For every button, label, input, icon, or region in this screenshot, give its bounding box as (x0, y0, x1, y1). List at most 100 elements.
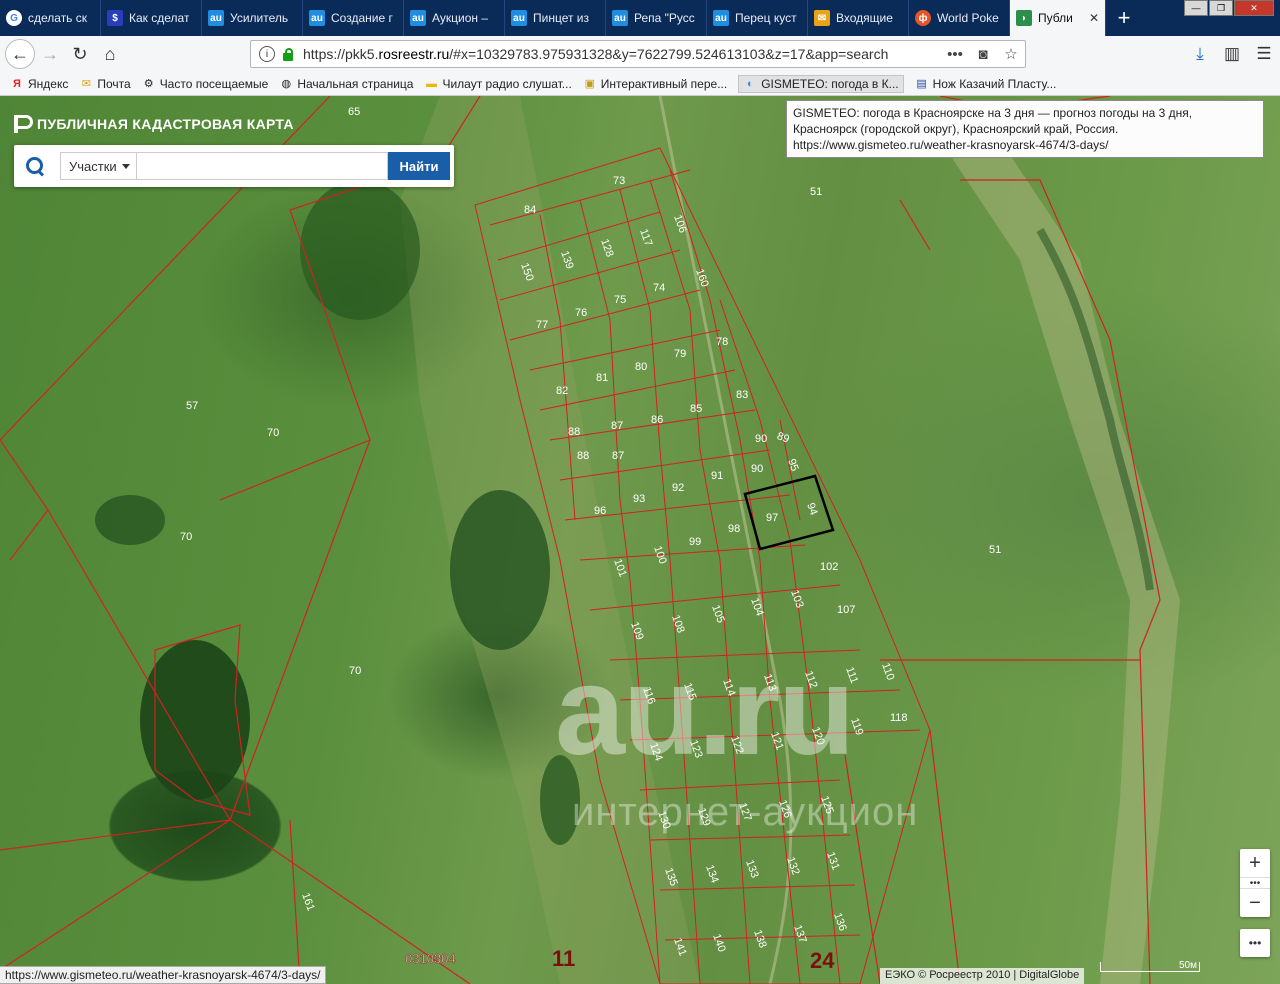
parcel-label[interactable]: 91 (711, 470, 723, 482)
parcel-label[interactable]: 134 (703, 863, 721, 884)
bookmark-1[interactable]: ✉ Почта (79, 77, 131, 91)
parcel-label[interactable]: 160 (693, 267, 711, 288)
parcel-label[interactable]: 97 (766, 512, 778, 524)
parcel-label[interactable]: 89 (775, 430, 791, 445)
parcel-label[interactable]: 118 (890, 712, 908, 724)
back-button[interactable]: ← (5, 39, 35, 69)
parcel-label[interactable]: 70 (267, 427, 279, 439)
parcel-label[interactable]: 106 (671, 213, 689, 234)
map-copyright[interactable]: ЕЭКО © Росреестр 2010 | DigitalGlobe (880, 968, 1085, 984)
parcel-label[interactable]: 93 (633, 493, 645, 505)
tab-2[interactable]: au Усилитель (202, 0, 303, 36)
parcel-label[interactable]: 107 (837, 604, 855, 616)
address-bar[interactable]: i https://pkk5.rosreestr.ru/#x=10329783.… (250, 40, 1026, 68)
parcel-label[interactable]: 139 (558, 249, 576, 270)
parcel-label[interactable]: 102 (820, 561, 838, 573)
parcel-label[interactable]: 90 (755, 433, 767, 445)
info-icon[interactable]: i (259, 46, 275, 62)
bookmark-3[interactable]: ◍ Начальная страница (279, 77, 414, 91)
bookmark-4[interactable]: ▬ Чилаут радио слушат... (424, 77, 572, 91)
parcel-label[interactable]: 109 (628, 620, 646, 641)
parcel-label[interactable]: 87 (612, 450, 624, 462)
sidebar-icon[interactable]: ▥ (1216, 39, 1248, 69)
parcel-label[interactable]: 128 (598, 237, 616, 258)
parcel-label[interactable]: 105 (709, 603, 727, 624)
minimize-button[interactable]: — (1184, 0, 1208, 16)
parcel-label[interactable]: 140 (710, 932, 728, 953)
home-button[interactable]: ⌂ (95, 39, 125, 69)
parcel-label[interactable]: 75 (614, 294, 626, 306)
parcel-label[interactable]: 70 (349, 665, 361, 677)
more-tools-button[interactable]: ••• (1240, 929, 1270, 957)
parcel-label[interactable]: 138 (751, 928, 769, 949)
parcel-label[interactable]: 92 (672, 482, 684, 494)
reload-button[interactable]: ↻ (65, 39, 95, 69)
forward-button[interactable]: → (35, 39, 65, 69)
new-tab-button[interactable]: + (1106, 0, 1142, 36)
tab-6[interactable]: au Репа "Русс (606, 0, 707, 36)
parcel-label[interactable]: 103 (788, 588, 806, 609)
close-tab-icon[interactable]: ✕ (1089, 11, 1099, 25)
parcel-label[interactable]: 133 (743, 858, 761, 879)
tab-9[interactable]: ф World Poke (909, 0, 1010, 36)
tab-0[interactable]: Gсделать ск (0, 0, 101, 36)
zoom-in-button[interactable]: + (1240, 849, 1270, 877)
cadastral-map[interactable]: 65 73 84 106 117 128 139 150 51 74 75 76… (0, 96, 1280, 984)
page-actions-icon[interactable]: ••• (941, 46, 969, 63)
bookmark-2[interactable]: ⚙ Часто посещаемые (142, 77, 269, 91)
parcel-label[interactable]: 132 (784, 855, 802, 876)
parcel-label[interactable]: 84 (524, 204, 536, 216)
bookmark-0[interactable]: Я Яндекс (10, 77, 68, 91)
parcel-label[interactable]: 70 (180, 531, 192, 543)
parcel-label[interactable]: 88 (577, 450, 589, 462)
tab-7[interactable]: au Перец куст (707, 0, 808, 36)
parcel-label[interactable]: 87 (611, 420, 623, 432)
tab-3[interactable]: au Создание г (303, 0, 404, 36)
parcel-label[interactable]: 85 (690, 403, 702, 415)
zoom-level-indicator[interactable]: ••• (1240, 877, 1270, 889)
parcel-label[interactable]: 74 (653, 282, 665, 294)
parcel-label[interactable]: 57 (186, 400, 198, 412)
parcel-label[interactable]: 94 (804, 501, 819, 517)
download-icon[interactable]: ⤓ (1184, 39, 1216, 69)
menu-icon[interactable]: ☰ (1248, 39, 1280, 69)
parcel-label[interactable]: 137 (791, 923, 809, 944)
parcel-label[interactable]: 161 (299, 891, 317, 912)
close-window-button[interactable]: ✕ (1234, 0, 1274, 16)
maximize-button[interactable]: ❐ (1209, 0, 1233, 16)
parcel-label[interactable]: 108 (669, 613, 687, 634)
tab-1[interactable]: $ Как сделат (101, 0, 202, 36)
parcel-label[interactable]: 65 (348, 106, 360, 118)
zoom-out-button[interactable]: − (1240, 889, 1270, 917)
parcel-label[interactable]: 81 (596, 372, 608, 384)
parcel-label[interactable]: 82 (556, 385, 568, 397)
pocket-icon[interactable]: ◙ (969, 46, 997, 63)
tab-5[interactable]: au Пинцет из (505, 0, 606, 36)
tab-8[interactable]: ✉ Входящие (808, 0, 909, 36)
parcel-label[interactable]: 98 (728, 523, 740, 535)
search-input[interactable] (136, 152, 388, 180)
parcel-label[interactable]: 51 (810, 186, 822, 198)
parcel-label[interactable]: 110 (879, 661, 896, 682)
parcel-label[interactable]: 78 (716, 336, 728, 348)
parcel-label[interactable]: 101 (611, 557, 629, 578)
star-icon[interactable]: ☆ (997, 45, 1025, 63)
search-type-select[interactable]: Участки (60, 152, 136, 180)
parcel-label[interactable]: 77 (536, 319, 548, 331)
parcel-label[interactable]: 79 (674, 348, 686, 360)
parcel-label[interactable]: 95 (785, 457, 800, 473)
parcel-label[interactable]: 100 (651, 544, 669, 565)
parcel-label[interactable]: 86 (651, 414, 663, 426)
url-text[interactable]: https://pkk5.rosreestr.ru/#x=10329783.97… (303, 46, 941, 62)
find-button[interactable]: Найти (388, 152, 450, 180)
parcel-label[interactable]: 76 (575, 307, 587, 319)
parcel-label[interactable]: 99 (689, 536, 701, 548)
tab-4[interactable]: au Аукцион – (404, 0, 505, 36)
search-icon[interactable] (24, 155, 46, 177)
parcel-label[interactable]: 117 (637, 227, 654, 248)
tab-10[interactable]: ◗ Публи ✕ (1010, 0, 1106, 36)
parcel-label[interactable]: 73 (613, 175, 625, 187)
bookmark-7[interactable]: ▤ Нож Казачий Пласту... (915, 77, 1056, 91)
parcel-label[interactable]: 51 (989, 544, 1001, 556)
parcel-label[interactable]: 96 (594, 505, 606, 517)
